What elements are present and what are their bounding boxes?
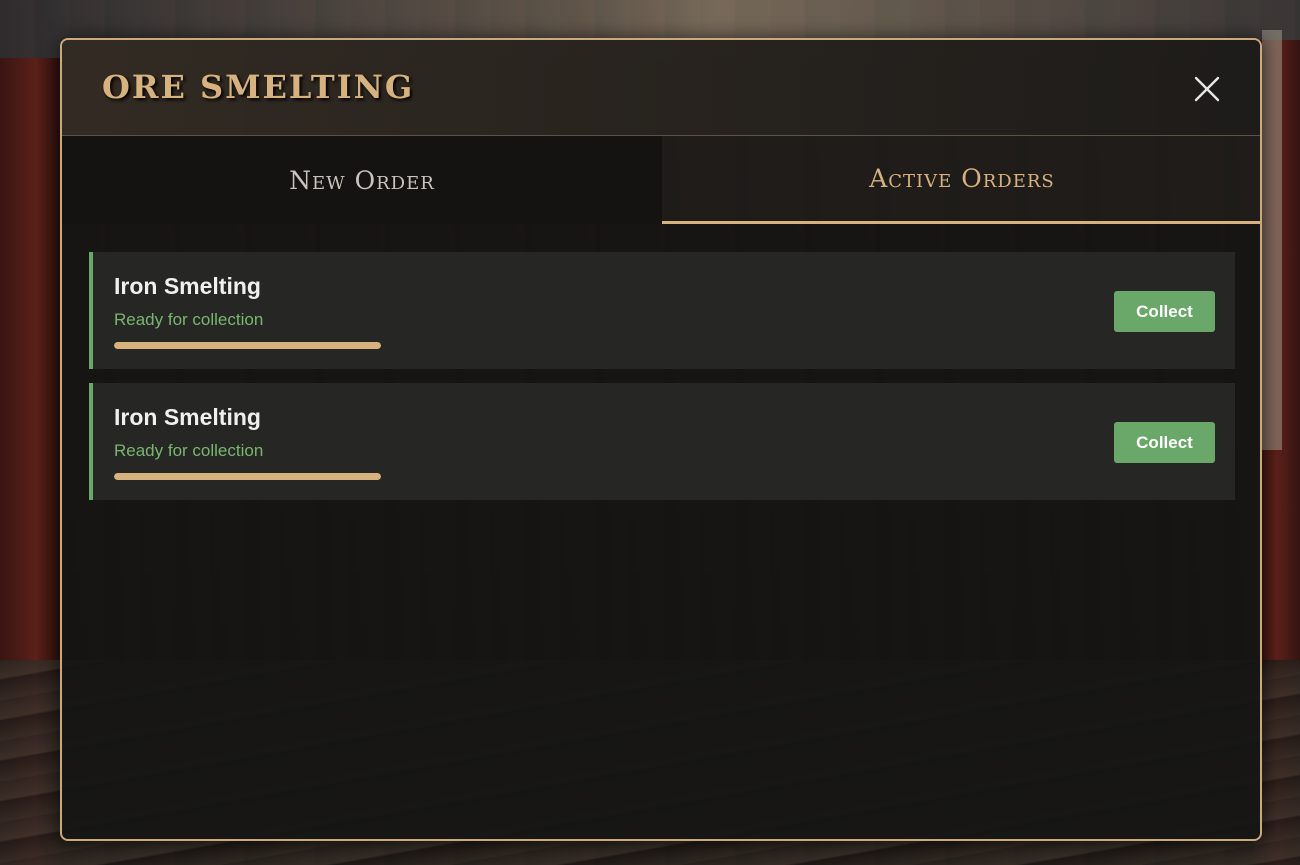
order-progress-bar xyxy=(114,473,381,480)
active-orders-list: Iron Smelting Ready for collection Colle… xyxy=(89,252,1235,514)
modal-title: ORE SMELTING xyxy=(102,68,415,106)
collect-button[interactable]: Collect xyxy=(1114,422,1215,463)
order-name: Iron Smelting xyxy=(114,273,261,299)
order-progress-bar xyxy=(114,342,381,349)
close-icon xyxy=(1194,76,1220,102)
order-card: Iron Smelting Ready for collection Colle… xyxy=(89,383,1235,500)
order-progress-fill xyxy=(114,342,381,349)
order-status: Ready for collection xyxy=(114,441,264,460)
tab-active-orders[interactable]: Active Orders xyxy=(662,136,1260,224)
modal-header: ORE SMELTING xyxy=(62,40,1260,136)
tab-bar: New Order Active Orders xyxy=(62,136,1260,224)
ore-smelting-modal: ORE SMELTING New Order Active Orders Iro… xyxy=(60,38,1262,841)
tab-new-order[interactable]: New Order xyxy=(62,136,662,224)
order-card: Iron Smelting Ready for collection Colle… xyxy=(89,252,1235,369)
close-button[interactable] xyxy=(1192,74,1222,104)
order-progress-fill xyxy=(114,473,381,480)
order-status: Ready for collection xyxy=(114,310,264,329)
background-trim xyxy=(1262,30,1282,450)
collect-button[interactable]: Collect xyxy=(1114,291,1215,332)
order-name: Iron Smelting xyxy=(114,404,261,430)
